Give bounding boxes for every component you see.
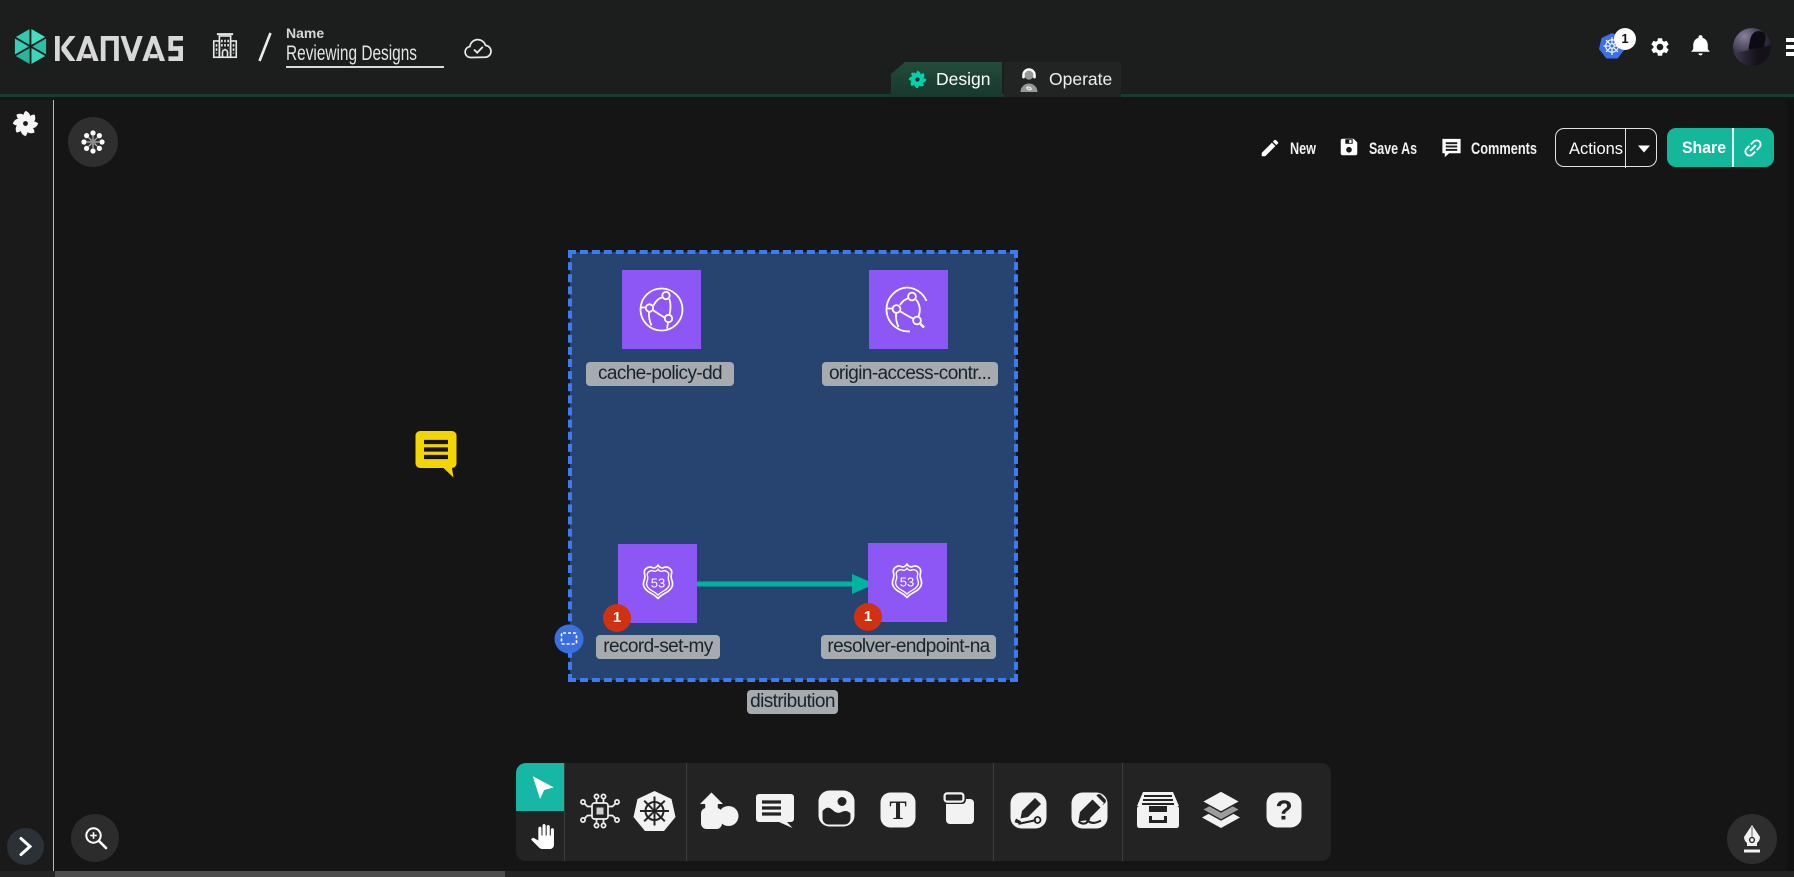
svg-text:Comments: Comments bbox=[1471, 140, 1537, 158]
svg-text:Save As: Save As bbox=[1369, 140, 1417, 158]
svg-text:53: 53 bbox=[900, 575, 914, 590]
svg-text:Actions: Actions bbox=[1569, 139, 1623, 158]
svg-text:Reviewing Designs: Reviewing Designs bbox=[286, 42, 417, 65]
svg-text:Share: Share bbox=[1682, 138, 1726, 157]
svg-text:53: 53 bbox=[651, 576, 665, 591]
svg-text:?: ? bbox=[1275, 795, 1292, 826]
svg-text:T: T bbox=[889, 796, 906, 825]
svg-text:New: New bbox=[1290, 140, 1316, 158]
